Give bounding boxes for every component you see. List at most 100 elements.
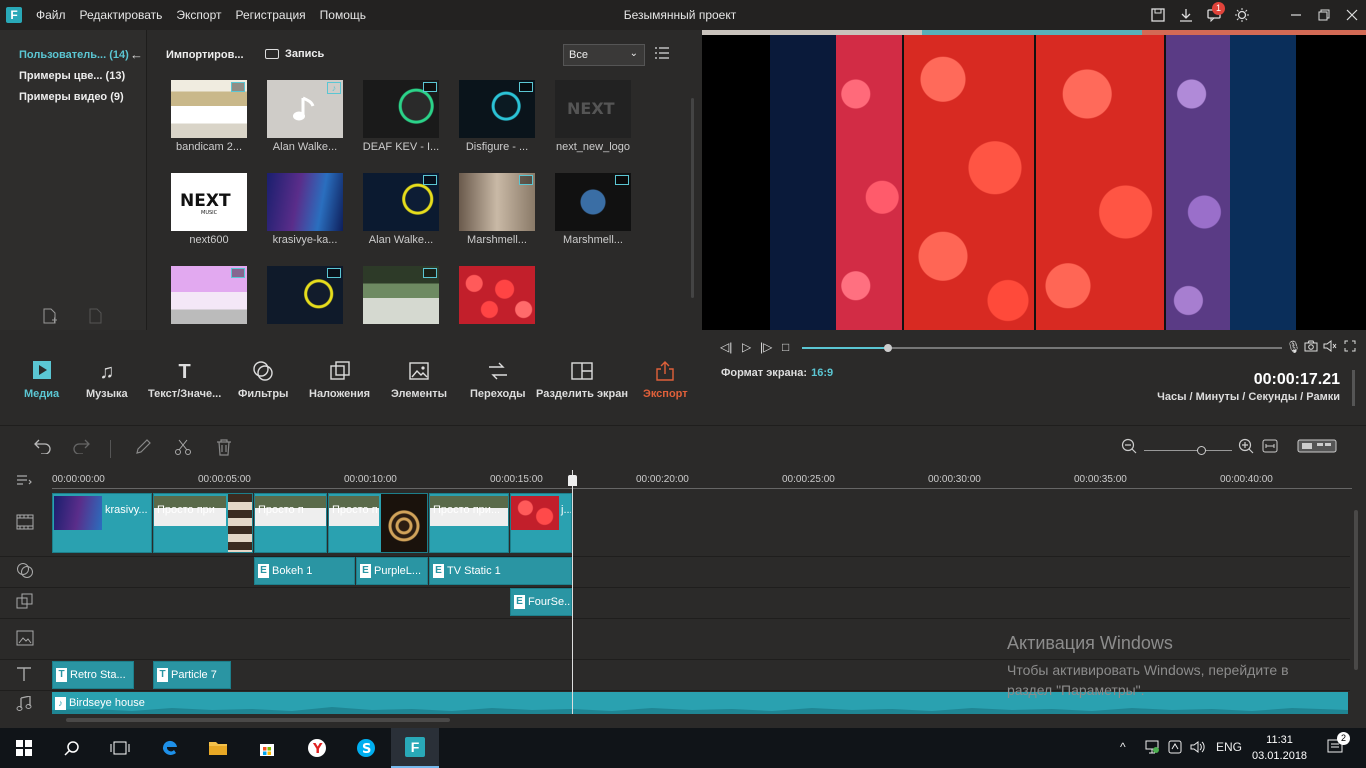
media-item[interactable]: NEXT MUSIC next600 (171, 173, 247, 246)
skype-icon[interactable]: S (342, 728, 390, 768)
start-button[interactable] (0, 728, 48, 768)
tool-split-screen[interactable]: Разделить экран (536, 360, 628, 400)
preview-progress-bar[interactable] (802, 344, 1282, 352)
stop-icon[interactable]: □ (782, 340, 789, 354)
redo-icon[interactable] (72, 438, 90, 459)
filter-clip[interactable]: E PurpleL... (356, 557, 428, 585)
task-view-icon[interactable] (96, 728, 144, 768)
video-clip[interactable]: Просто при... (429, 493, 509, 553)
speaker-icon[interactable] (1190, 740, 1206, 757)
timeline-h-scrollbar[interactable] (66, 718, 450, 722)
maximize-icon[interactable] (1310, 0, 1338, 30)
tool-filters[interactable]: Фильтры (238, 360, 288, 400)
edge-browser-icon[interactable] (146, 728, 194, 768)
zoom-slider-knob[interactable] (1197, 446, 1206, 455)
media-item[interactable]: NEXT next_new_logo (555, 80, 631, 153)
media-scrollbar[interactable] (691, 98, 694, 298)
volume-icon[interactable] (1323, 340, 1337, 355)
preview-progress-knob[interactable] (884, 344, 893, 352)
yandex-browser-icon[interactable]: Y (293, 728, 341, 768)
taskbar-clock[interactable]: 11:31 03.01.2018 (1252, 732, 1307, 764)
filter-clip[interactable]: E TV Static 1 (429, 557, 572, 585)
video-clip[interactable]: Просто при (153, 493, 253, 553)
file-explorer-icon[interactable] (194, 728, 242, 768)
microphone-icon[interactable]: 🎙︎ (1286, 340, 1301, 354)
timeline-v-scrollbar[interactable] (1354, 510, 1358, 670)
tool-overlays[interactable]: Наложения (309, 360, 370, 400)
zoom-slider[interactable] (1144, 450, 1232, 451)
video-clip[interactable]: krasivy... (52, 493, 152, 553)
brightness-icon[interactable] (1228, 0, 1256, 30)
zoom-out-icon[interactable] (1121, 438, 1137, 459)
playhead-handle[interactable] (568, 475, 577, 486)
play-icon[interactable]: ▷ (742, 340, 751, 354)
media-item[interactable]: Marshmell... (459, 173, 535, 246)
menu-help[interactable]: Помощь (318, 8, 368, 22)
library-item-color-samples[interactable]: Примеры цве... (13) (19, 70, 125, 82)
tool-transitions[interactable]: Переходы (470, 360, 526, 400)
message-icon[interactable]: 1 (1200, 0, 1228, 30)
media-item[interactable]: Alan Walke... (363, 173, 439, 246)
tray-up-icon[interactable]: ^ (1120, 740, 1126, 754)
delete-folder-icon[interactable] (88, 308, 104, 324)
step-forward-icon[interactable]: |▷ (760, 340, 772, 354)
menu-export[interactable]: Экспорт (174, 8, 223, 22)
library-item-user[interactable]: Пользователь... (14) (19, 49, 129, 61)
track-settings-icon[interactable] (16, 473, 32, 489)
add-folder-icon[interactable] (42, 308, 58, 324)
aspect-ratio[interactable]: Формат экрана: 16:9 (721, 367, 833, 379)
tool-text[interactable]: T Текст/Значе... (148, 360, 221, 400)
keyboard-icon[interactable] (1297, 438, 1337, 458)
cut-scissors-icon[interactable] (174, 438, 192, 461)
edit-pencil-icon[interactable] (134, 438, 152, 461)
language-indicator[interactable]: ENG (1216, 740, 1242, 754)
library-item-video-samples[interactable]: Примеры видео (9) (19, 91, 124, 103)
media-item[interactable] (363, 266, 439, 324)
minimize-icon[interactable] (1282, 0, 1310, 30)
media-item[interactable]: Disfigure - ... (459, 80, 535, 153)
media-item[interactable] (459, 266, 535, 324)
menu-edit[interactable]: Редактировать (78, 8, 165, 22)
step-back-icon[interactable]: ◁| (720, 340, 732, 354)
media-item[interactable]: bandicam 2... (171, 80, 247, 153)
panel-scrollbar[interactable] (1352, 370, 1355, 406)
video-clip[interactable]: Просто п (328, 493, 428, 553)
close-icon[interactable] (1338, 0, 1366, 30)
video-clip[interactable]: j... (510, 493, 572, 553)
delete-trash-icon[interactable] (215, 438, 233, 461)
tool-music[interactable]: ♫ Музыка (86, 360, 128, 400)
media-filter-select[interactable]: Все ⌄ (563, 44, 645, 66)
download-icon[interactable] (1172, 0, 1200, 30)
search-icon[interactable] (48, 728, 96, 768)
back-arrow-icon[interactable]: ← (130, 47, 143, 62)
timeline-ruler[interactable]: 00:00:00:00 00:00:05:00 00:00:10:00 00:0… (0, 470, 1366, 490)
tool-elements[interactable]: Элементы (391, 360, 447, 400)
save-icon[interactable] (1144, 0, 1172, 30)
media-item[interactable] (267, 266, 343, 324)
menu-file[interactable]: Файл (34, 8, 68, 22)
fullscreen-icon[interactable] (1344, 340, 1356, 355)
tool-media[interactable]: Медиа (24, 360, 59, 400)
tool-export[interactable]: Экспорт (643, 360, 688, 400)
zoom-in-icon[interactable] (1238, 438, 1254, 459)
menu-register[interactable]: Регистрация (234, 8, 308, 22)
record-button[interactable]: Запись (265, 48, 324, 60)
fit-timeline-icon[interactable] (1262, 438, 1278, 458)
media-item[interactable]: Marshmell... (555, 173, 631, 246)
media-item[interactable]: ♪ Alan Walke... (267, 80, 343, 153)
text-clip[interactable]: T Retro Sta... (52, 661, 134, 689)
media-item[interactable] (171, 266, 247, 324)
filmora-taskbar-icon[interactable]: F (391, 728, 439, 768)
preview-player[interactable] (702, 30, 1366, 330)
store-icon[interactable] (243, 728, 291, 768)
media-item[interactable]: krasivye-ka... (267, 173, 343, 246)
network-status-icon[interactable] (1144, 740, 1160, 757)
imported-label[interactable]: Импортиров... (166, 49, 244, 61)
video-clip[interactable]: Просто п (254, 493, 327, 553)
list-view-icon[interactable] (655, 46, 669, 62)
tray-app-icon[interactable] (1168, 740, 1182, 757)
media-item[interactable]: DEAF KEV - I... (363, 80, 439, 153)
overlay-clip[interactable]: E FourSe... (510, 588, 572, 616)
filter-clip[interactable]: E Bokeh 1 (254, 557, 355, 585)
text-clip[interactable]: T Particle 7 (153, 661, 231, 689)
